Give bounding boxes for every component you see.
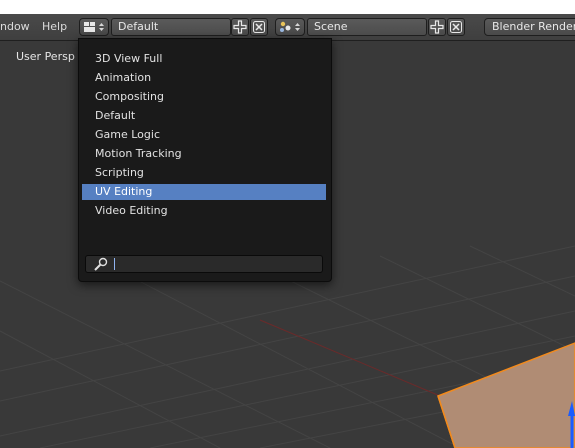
info-header: ndow Help Default Scene Blender Render <box>0 14 575 41</box>
search-icon <box>94 257 108 271</box>
window-menu[interactable]: ndow <box>0 14 30 40</box>
add-scene-button[interactable] <box>428 18 446 36</box>
screen-layout-icon <box>84 22 104 32</box>
layout-option-default[interactable]: Default <box>82 108 326 124</box>
plus-icon <box>430 20 444 34</box>
layout-search-input[interactable] <box>85 255 323 273</box>
layout-name-field[interactable]: Default <box>111 18 231 36</box>
scene-selector-button[interactable] <box>275 18 305 36</box>
delete-scene-button[interactable] <box>447 18 465 36</box>
layout-option-compositing[interactable]: Compositing <box>82 89 326 105</box>
close-icon <box>450 21 462 33</box>
scene-icon <box>280 21 300 32</box>
layout-option-game-logic[interactable]: Game Logic <box>82 127 326 143</box>
close-icon <box>253 21 265 33</box>
layout-option-motion-tracking[interactable]: Motion Tracking <box>82 146 326 162</box>
layout-dropdown-menu: 3D View Full Animation Compositing Defau… <box>78 38 332 282</box>
add-layout-button[interactable] <box>231 18 249 36</box>
layout-option-video-editing[interactable]: Video Editing <box>82 203 326 219</box>
layout-option-animation[interactable]: Animation <box>82 70 326 86</box>
text-cursor <box>114 258 115 270</box>
layout-selector-button[interactable] <box>79 18 109 36</box>
scene-name-field[interactable]: Scene <box>307 18 427 36</box>
help-menu[interactable]: Help <box>42 14 67 40</box>
layout-option-3d-view-full[interactable]: 3D View Full <box>82 51 326 67</box>
layout-option-uv-editing[interactable]: UV Editing <box>82 184 326 200</box>
render-engine-dropdown[interactable]: Blender Render <box>484 18 575 36</box>
layout-option-scripting[interactable]: Scripting <box>82 165 326 181</box>
plus-icon <box>233 20 247 34</box>
delete-layout-button[interactable] <box>250 18 268 36</box>
